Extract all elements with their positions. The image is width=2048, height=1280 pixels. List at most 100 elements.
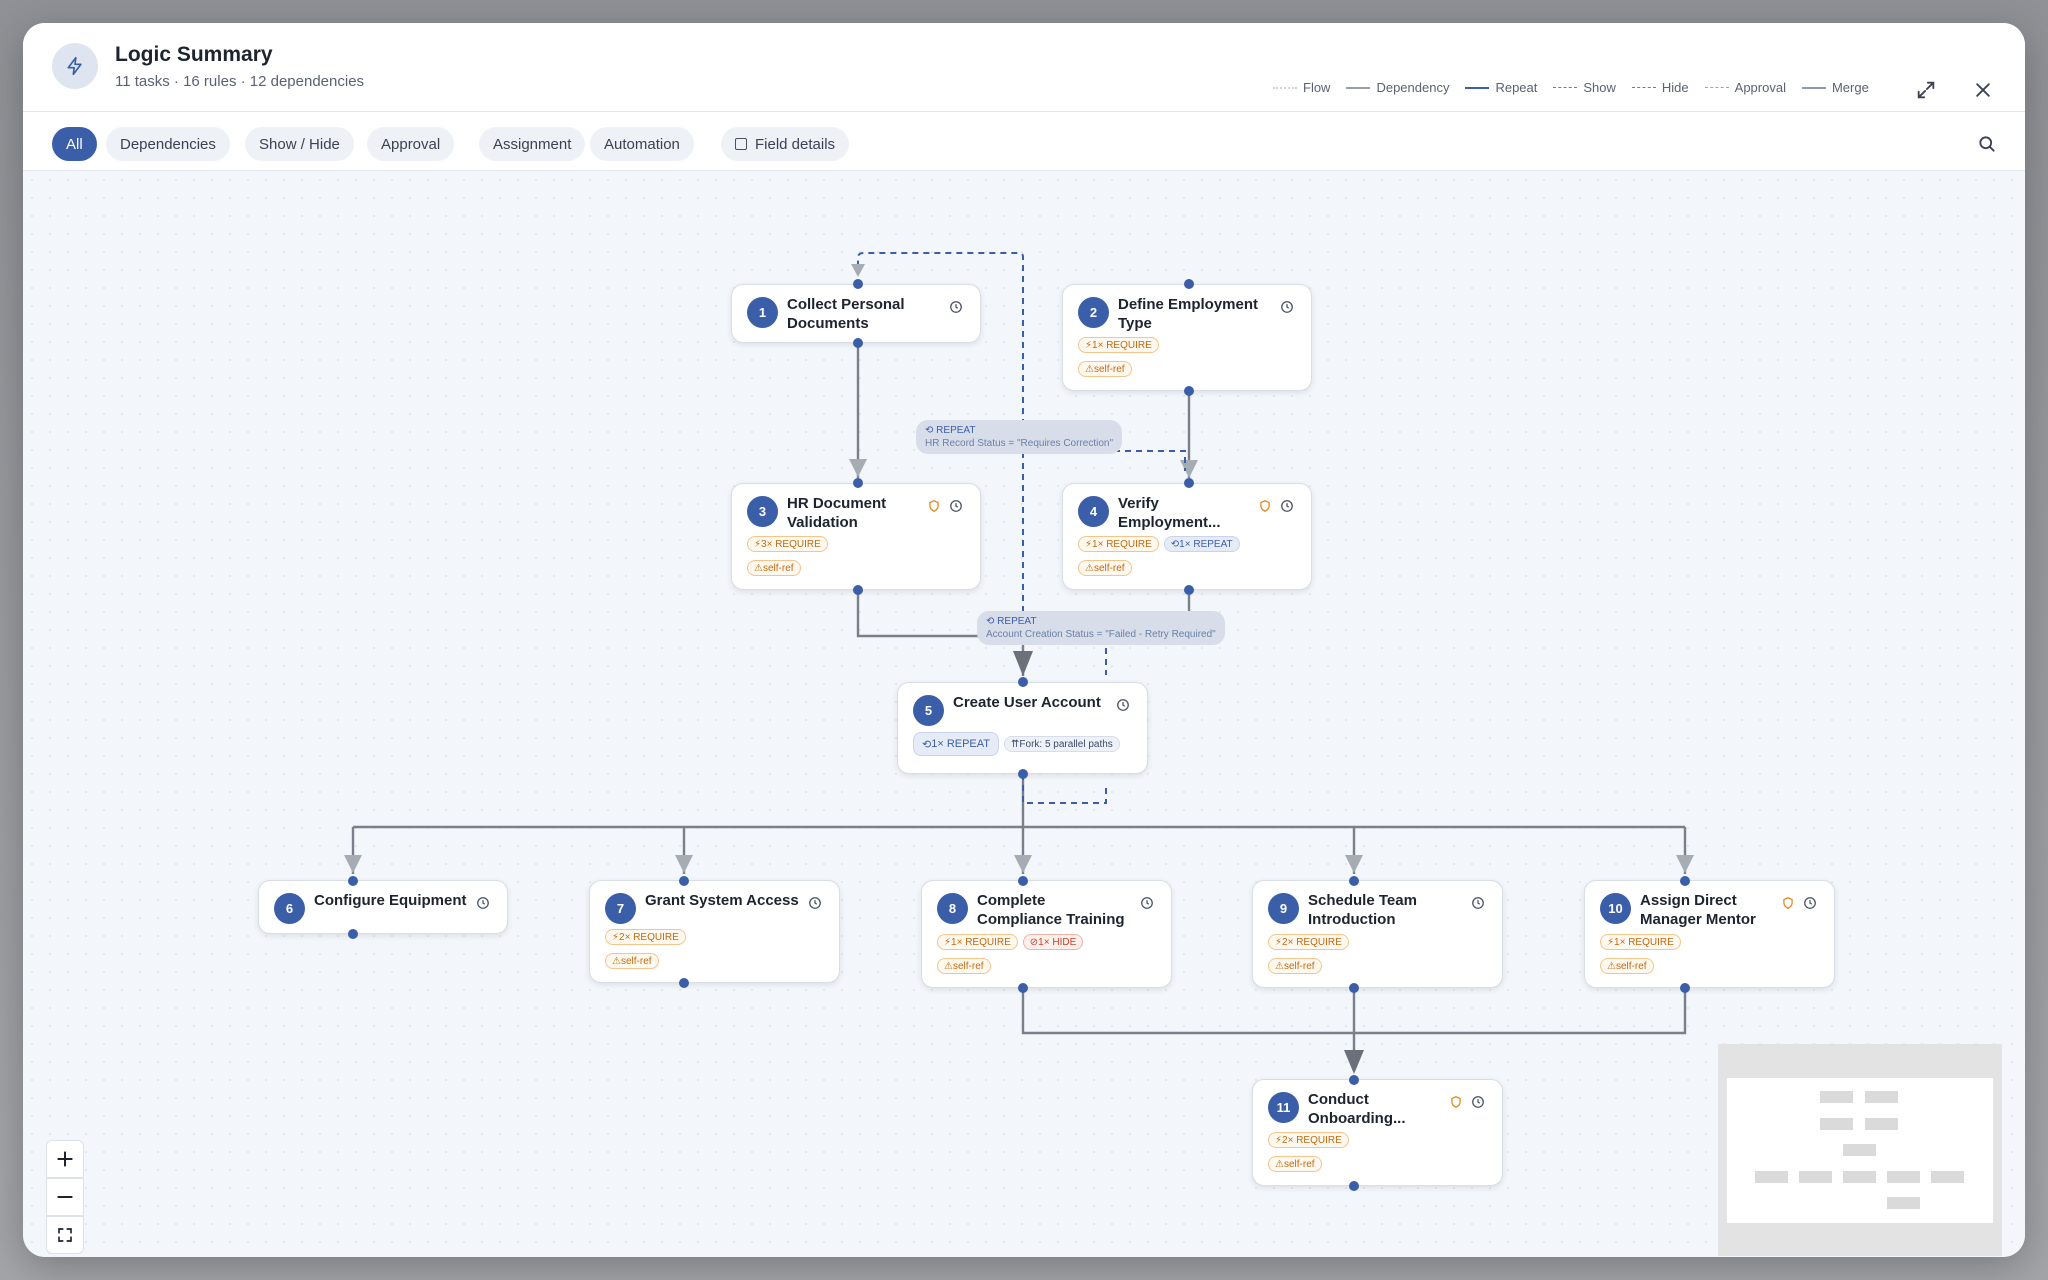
port-out-5[interactable] (1018, 769, 1028, 779)
task-node-7[interactable]: 7 Grant System Access ⚡ 2× REQUIRE ⚠ sel… (589, 880, 840, 983)
workflow-canvas[interactable]: ⟲ REPEAT HR Record Status = "Requires Co… (23, 171, 2025, 1257)
zoom-out-button[interactable] (46, 1178, 84, 1216)
approval-shield-icon (926, 498, 942, 514)
filter-show-hide[interactable]: Show / Hide (245, 127, 354, 161)
task-title: Configure Equipment (314, 892, 467, 909)
task-node-5[interactable]: 5 Create User Account ⟲ 1× REPEAT ⇈ Fork… (897, 682, 1148, 774)
require-badge: ⚡ 1× REQUIRE (1078, 536, 1159, 552)
port-out-10[interactable] (1680, 983, 1690, 993)
close-icon (1976, 83, 1990, 97)
expand-button[interactable] (1911, 75, 1941, 105)
self-ref-badge: ⚠ self-ref (1268, 958, 1322, 974)
fit-view-button[interactable] (46, 1216, 84, 1254)
port-out-8[interactable] (1018, 983, 1028, 993)
port-in-8[interactable] (1018, 876, 1028, 886)
task-node-4[interactable]: 4 Verify Employment... ⚡ 1× REQUIRE ⟲ 1× … (1062, 483, 1312, 590)
clock-icon (475, 895, 491, 911)
task-title: Verify Employment... (1118, 495, 1221, 531)
dialog-header: Logic Summary 11 tasks · 16 rules · 12 d… (23, 23, 2025, 112)
search-button[interactable] (1972, 129, 2002, 159)
task-node-1[interactable]: 1 Collect Personal Documents (731, 284, 981, 343)
task-node-3[interactable]: 3 HR Document Validation ⚡ 3× REQUIRE ⚠ s… (731, 483, 981, 590)
port-out-9[interactable] (1349, 983, 1359, 993)
self-ref-badge: ⚠ self-ref (605, 953, 659, 969)
port-in-2[interactable] (1184, 279, 1194, 289)
task-title: Grant System Access (645, 892, 799, 909)
approval-shield-icon (1257, 498, 1273, 514)
legend-dependency: Dependency (1346, 80, 1449, 95)
self-ref-badge: ⚠ self-ref (1078, 361, 1132, 377)
port-in-1[interactable] (853, 279, 863, 289)
port-out-7[interactable] (679, 978, 689, 988)
port-in-3[interactable] (853, 478, 863, 488)
filter-assignment[interactable]: Assignment (479, 127, 586, 161)
minus-icon (57, 1196, 73, 1198)
port-in-9[interactable] (1349, 876, 1359, 886)
port-in-10[interactable] (1680, 876, 1690, 886)
repeat-condition-label-2[interactable]: ⟲ REPEAT Account Creation Status = "Fail… (977, 611, 1225, 645)
legend-approval: Approval (1704, 80, 1786, 95)
checkbox-icon (735, 138, 747, 150)
expand-icon (1917, 81, 1935, 99)
filter-approval[interactable]: Approval (367, 127, 455, 161)
task-number: 7 (605, 893, 636, 924)
task-number: 5 (913, 695, 944, 726)
task-number: 2 (1078, 297, 1109, 328)
minimap[interactable] (1718, 1044, 2002, 1256)
lightning-icon (52, 43, 98, 89)
clock-icon (1470, 895, 1486, 911)
minimap-node (1887, 1197, 1920, 1209)
minimap-node (1799, 1171, 1832, 1183)
filter-toolbar: All Dependencies Show / Hide Approval As… (23, 113, 2025, 171)
port-out-3[interactable] (853, 585, 863, 595)
port-in-4[interactable] (1184, 478, 1194, 488)
port-out-4[interactable] (1184, 585, 1194, 595)
port-in-7[interactable] (679, 876, 689, 886)
task-node-6[interactable]: 6 Configure Equipment (258, 880, 508, 934)
task-number: 11 (1268, 1092, 1299, 1123)
task-title: Create User Account (953, 694, 1101, 711)
require-badge: ⚡ 2× REQUIRE (1268, 1132, 1349, 1148)
repeat-edge-to-4 (1103, 450, 1186, 471)
port-out-1[interactable] (853, 338, 863, 348)
task-title: Collect Personal Documents (787, 296, 905, 332)
port-out-6[interactable] (348, 929, 358, 939)
require-badge: ⚡ 2× REQUIRE (1268, 934, 1349, 950)
port-in-5[interactable] (1018, 677, 1028, 687)
self-ref-badge: ⚠ self-ref (1268, 1156, 1322, 1172)
task-node-9[interactable]: 9 Schedule Team Introduction ⚡ 2× REQUIRE… (1252, 880, 1503, 988)
clock-icon (1470, 1094, 1486, 1110)
fork-badge: ⇈ Fork: 5 parallel paths (1004, 736, 1120, 752)
port-in-6[interactable] (348, 876, 358, 886)
repeat-badge: ⟲ 1× REPEAT (1163, 536, 1240, 552)
task-node-11[interactable]: 11 Conduct Onboarding... ⚡ 2× REQUIRE ⚠ s… (1252, 1079, 1503, 1186)
approval-shield-icon (1448, 1094, 1464, 1110)
task-node-2[interactable]: 2 Define Employment Type ⚡ 1× REQUIRE ⚠ s… (1062, 284, 1312, 391)
task-title: Define Employment Type (1118, 296, 1259, 332)
zoom-in-button[interactable] (46, 1140, 84, 1178)
fit-screen-icon (58, 1228, 72, 1242)
minimap-node (1931, 1171, 1964, 1183)
minimap-node (1865, 1091, 1898, 1103)
field-details-toggle[interactable]: Field details (721, 127, 850, 161)
require-badge: ⚡ 2× REQUIRE (605, 929, 686, 945)
task-title: Assign Direct Manager Mentor (1640, 892, 1756, 928)
repeat-condition-label-1[interactable]: ⟲ REPEAT HR Record Status = "Requires Co… (916, 420, 1123, 454)
port-in-11[interactable] (1349, 1075, 1359, 1085)
task-node-8[interactable]: 8 Complete Compliance Training ⚡ 1× REQUI… (921, 880, 1172, 988)
port-out-2[interactable] (1184, 386, 1194, 396)
minimap-node (1887, 1171, 1920, 1183)
legend-repeat: Repeat (1465, 80, 1537, 95)
legend-merge: Merge (1801, 80, 1869, 95)
require-badge: ⚡ 1× REQUIRE (937, 934, 1018, 950)
legend-flow: Flow (1273, 80, 1330, 95)
filter-all[interactable]: All (52, 127, 97, 161)
close-button[interactable] (1968, 75, 1998, 105)
task-number: 1 (747, 297, 778, 328)
filter-dependencies[interactable]: Dependencies (106, 127, 230, 161)
clock-icon (1115, 697, 1131, 713)
task-node-10[interactable]: 10 Assign Direct Manager Mentor ⚡ 1× REQU… (1584, 880, 1835, 988)
filter-automation[interactable]: Automation (590, 127, 694, 161)
hide-badge: ⊘ 1× HIDE (1022, 934, 1084, 950)
port-out-11[interactable] (1349, 1181, 1359, 1191)
